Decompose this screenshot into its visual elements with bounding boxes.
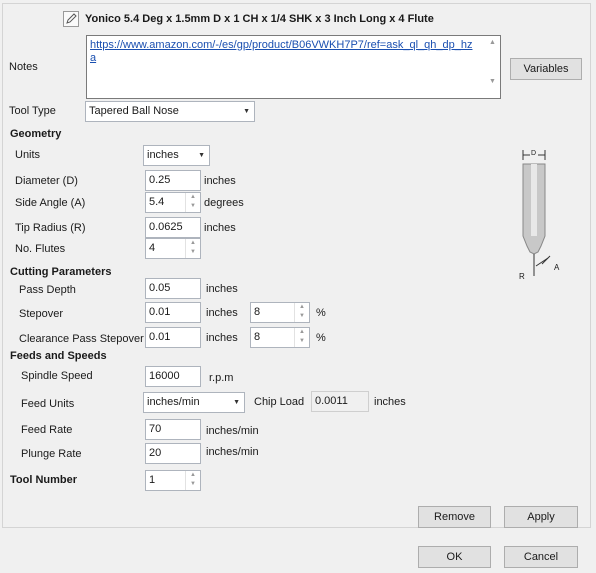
- cutting-heading: Cutting Parameters: [10, 266, 112, 278]
- chevron-down-icon: ▼: [233, 399, 240, 406]
- chip-load-label: Chip Load: [254, 396, 305, 408]
- variables-button[interactable]: Variables: [510, 58, 582, 80]
- clearance-percent-value: 8: [254, 331, 261, 343]
- clearance-stepover-input[interactable]: 0.01: [145, 327, 201, 348]
- pass-depth-unit: inches: [206, 283, 238, 295]
- diameter-unit: inches: [204, 175, 236, 187]
- spin-up-icon[interactable]: ▲: [295, 328, 309, 337]
- tip-radius-input[interactable]: 0.0625: [145, 217, 201, 238]
- tool-type-label: Tool Type: [9, 105, 56, 117]
- plunge-rate-label: Plunge Rate: [21, 448, 82, 460]
- feeds-heading: Feeds and Speeds: [10, 350, 107, 362]
- feed-units-select[interactable]: inches/min ▼: [143, 392, 245, 413]
- spin-up-icon[interactable]: ▲: [186, 239, 200, 248]
- flutes-spinner[interactable]: 4 ▲ ▼: [145, 238, 201, 259]
- spindle-speed-input[interactable]: 16000: [145, 366, 201, 387]
- spin-up-icon[interactable]: ▲: [295, 303, 309, 312]
- tool-title: Yonico 5.4 Deg x 1.5mm D x 1 CH x 1/4 SH…: [85, 13, 434, 25]
- stepover-percent-spinner[interactable]: 8 ▲ ▼: [250, 302, 310, 323]
- side-angle-spinner[interactable]: 5.4 ▲ ▼: [145, 192, 201, 213]
- cancel-button[interactable]: Cancel: [504, 546, 578, 568]
- diameter-input[interactable]: 0.25: [145, 170, 201, 191]
- spindle-speed-unit: r.p.m: [209, 372, 234, 384]
- units-select[interactable]: inches ▼: [143, 145, 210, 166]
- tool-number-label: Tool Number: [10, 474, 78, 486]
- spin-down-icon[interactable]: ▼: [295, 312, 309, 321]
- side-angle-unit: degrees: [204, 197, 244, 209]
- spin-down-icon[interactable]: ▼: [186, 480, 200, 489]
- chevron-down-icon: ▼: [243, 108, 250, 115]
- stepover-percent-value: 8: [254, 306, 261, 318]
- units-label: Units: [15, 149, 41, 161]
- chip-load-readout: 0.0011: [311, 391, 369, 412]
- tool-number-spinner[interactable]: 1 ▲ ▼: [145, 470, 201, 491]
- scroll-down-icon[interactable]: ▼: [485, 78, 500, 85]
- geometry-heading: Geometry: [10, 128, 62, 140]
- chip-load-unit: inches: [374, 396, 406, 408]
- tool-type-select[interactable]: Tapered Ball Nose ▼: [85, 101, 255, 122]
- clearance-stepover-label: Clearance Pass Stepover: [19, 333, 144, 345]
- diameter-label: Diameter (D): [15, 175, 78, 187]
- scroll-up-icon[interactable]: ▲: [485, 39, 500, 46]
- side-angle-value: 5.4: [149, 196, 165, 208]
- chevron-down-icon: ▼: [198, 152, 205, 159]
- notes-url-link[interactable]: https://www.amazon.com/-/es/gp/product/B…: [87, 36, 475, 65]
- pass-depth-label: Pass Depth: [19, 284, 76, 296]
- clearance-stepover-unit: inches: [206, 332, 238, 344]
- pencil-icon[interactable]: [63, 11, 79, 27]
- spin-down-icon[interactable]: ▼: [186, 248, 200, 257]
- spin-down-icon[interactable]: ▼: [295, 337, 309, 346]
- plunge-rate-unit: inches/min: [206, 446, 259, 458]
- feed-rate-input[interactable]: 70: [145, 419, 201, 440]
- remove-button[interactable]: Remove: [418, 506, 491, 528]
- side-angle-label: Side Angle (A): [15, 197, 86, 209]
- feed-rate-label: Feed Rate: [21, 424, 73, 436]
- spindle-speed-label: Spindle Speed: [21, 370, 93, 382]
- flutes-value: 4: [149, 242, 156, 254]
- notes-label: Notes: [9, 61, 38, 73]
- tool-type-value: Tapered Ball Nose: [89, 105, 179, 117]
- stepover-percent-sign: %: [316, 307, 326, 319]
- tool-number-value: 1: [149, 474, 156, 486]
- pass-depth-input[interactable]: 0.05: [145, 278, 201, 299]
- diagram-a-label: A: [554, 263, 560, 272]
- apply-button[interactable]: Apply: [504, 506, 578, 528]
- clearance-percent-sign: %: [316, 332, 326, 344]
- diagram-d-label: D: [531, 150, 537, 157]
- stepover-label: Stepover: [19, 308, 64, 320]
- spin-up-icon[interactable]: ▲: [186, 193, 200, 202]
- clearance-percent-spinner[interactable]: 8 ▲ ▼: [250, 327, 310, 348]
- feed-units-label: Feed Units: [21, 398, 75, 410]
- ok-button[interactable]: OK: [418, 546, 491, 568]
- tip-radius-label: Tip Radius (R): [15, 222, 86, 234]
- notes-textarea[interactable]: https://www.amazon.com/-/es/gp/product/B…: [86, 35, 501, 99]
- diagram-r-label: R: [519, 272, 525, 281]
- spin-down-icon[interactable]: ▼: [186, 202, 200, 211]
- plunge-rate-input[interactable]: 20: [145, 443, 201, 464]
- stepover-unit: inches: [206, 307, 238, 319]
- tip-radius-unit: inches: [204, 222, 236, 234]
- units-value: inches: [147, 149, 179, 161]
- feed-units-value: inches/min: [147, 396, 200, 408]
- notes-scrollbar[interactable]: ▲ ▼: [485, 36, 500, 98]
- tapered-ball-nose-diagram: [522, 150, 551, 276]
- spin-up-icon[interactable]: ▲: [186, 471, 200, 480]
- stepover-input[interactable]: 0.01: [145, 302, 201, 323]
- flutes-label: No. Flutes: [15, 243, 66, 255]
- feed-rate-unit: inches/min: [206, 425, 259, 437]
